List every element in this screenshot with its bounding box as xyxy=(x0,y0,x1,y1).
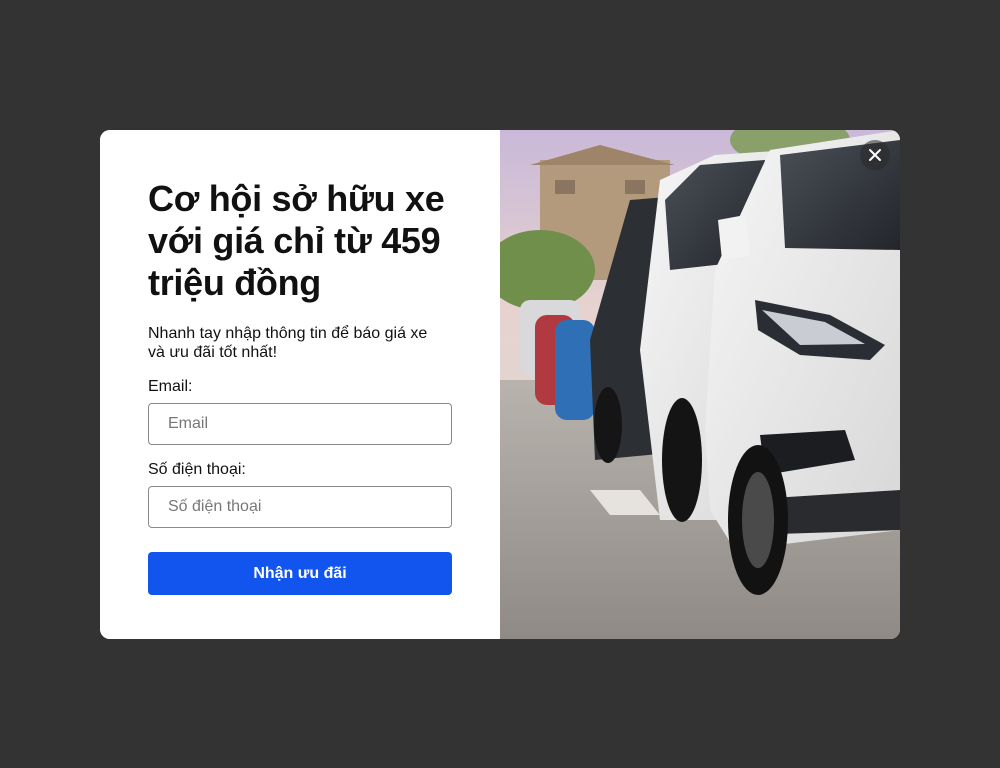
form-panel: Cơ hội sở hữu xe với giá chỉ từ 459 triệ… xyxy=(100,130,500,639)
popup-subtext: Nhanh tay nhập thông tin để báo giá xe v… xyxy=(148,325,428,361)
cars-illustration xyxy=(500,130,900,639)
modal-overlay[interactable]: Cơ hội sở hữu xe với giá chỉ từ 459 triệ… xyxy=(0,0,1000,768)
phone-label: Số điện thoại: xyxy=(148,461,246,478)
close-icon xyxy=(869,149,881,161)
phone-field[interactable] xyxy=(148,486,452,528)
popup-headline: Cơ hội sở hữu xe với giá chỉ từ 459 triệ… xyxy=(148,178,445,303)
promo-popup: Cơ hội sở hữu xe với giá chỉ từ 459 triệ… xyxy=(100,130,900,639)
cars-photo xyxy=(500,130,900,639)
email-label: Email: xyxy=(148,378,193,395)
submit-button[interactable]: Nhận ưu đãi xyxy=(148,552,452,595)
close-button[interactable] xyxy=(860,140,890,170)
email-field[interactable] xyxy=(148,403,452,445)
